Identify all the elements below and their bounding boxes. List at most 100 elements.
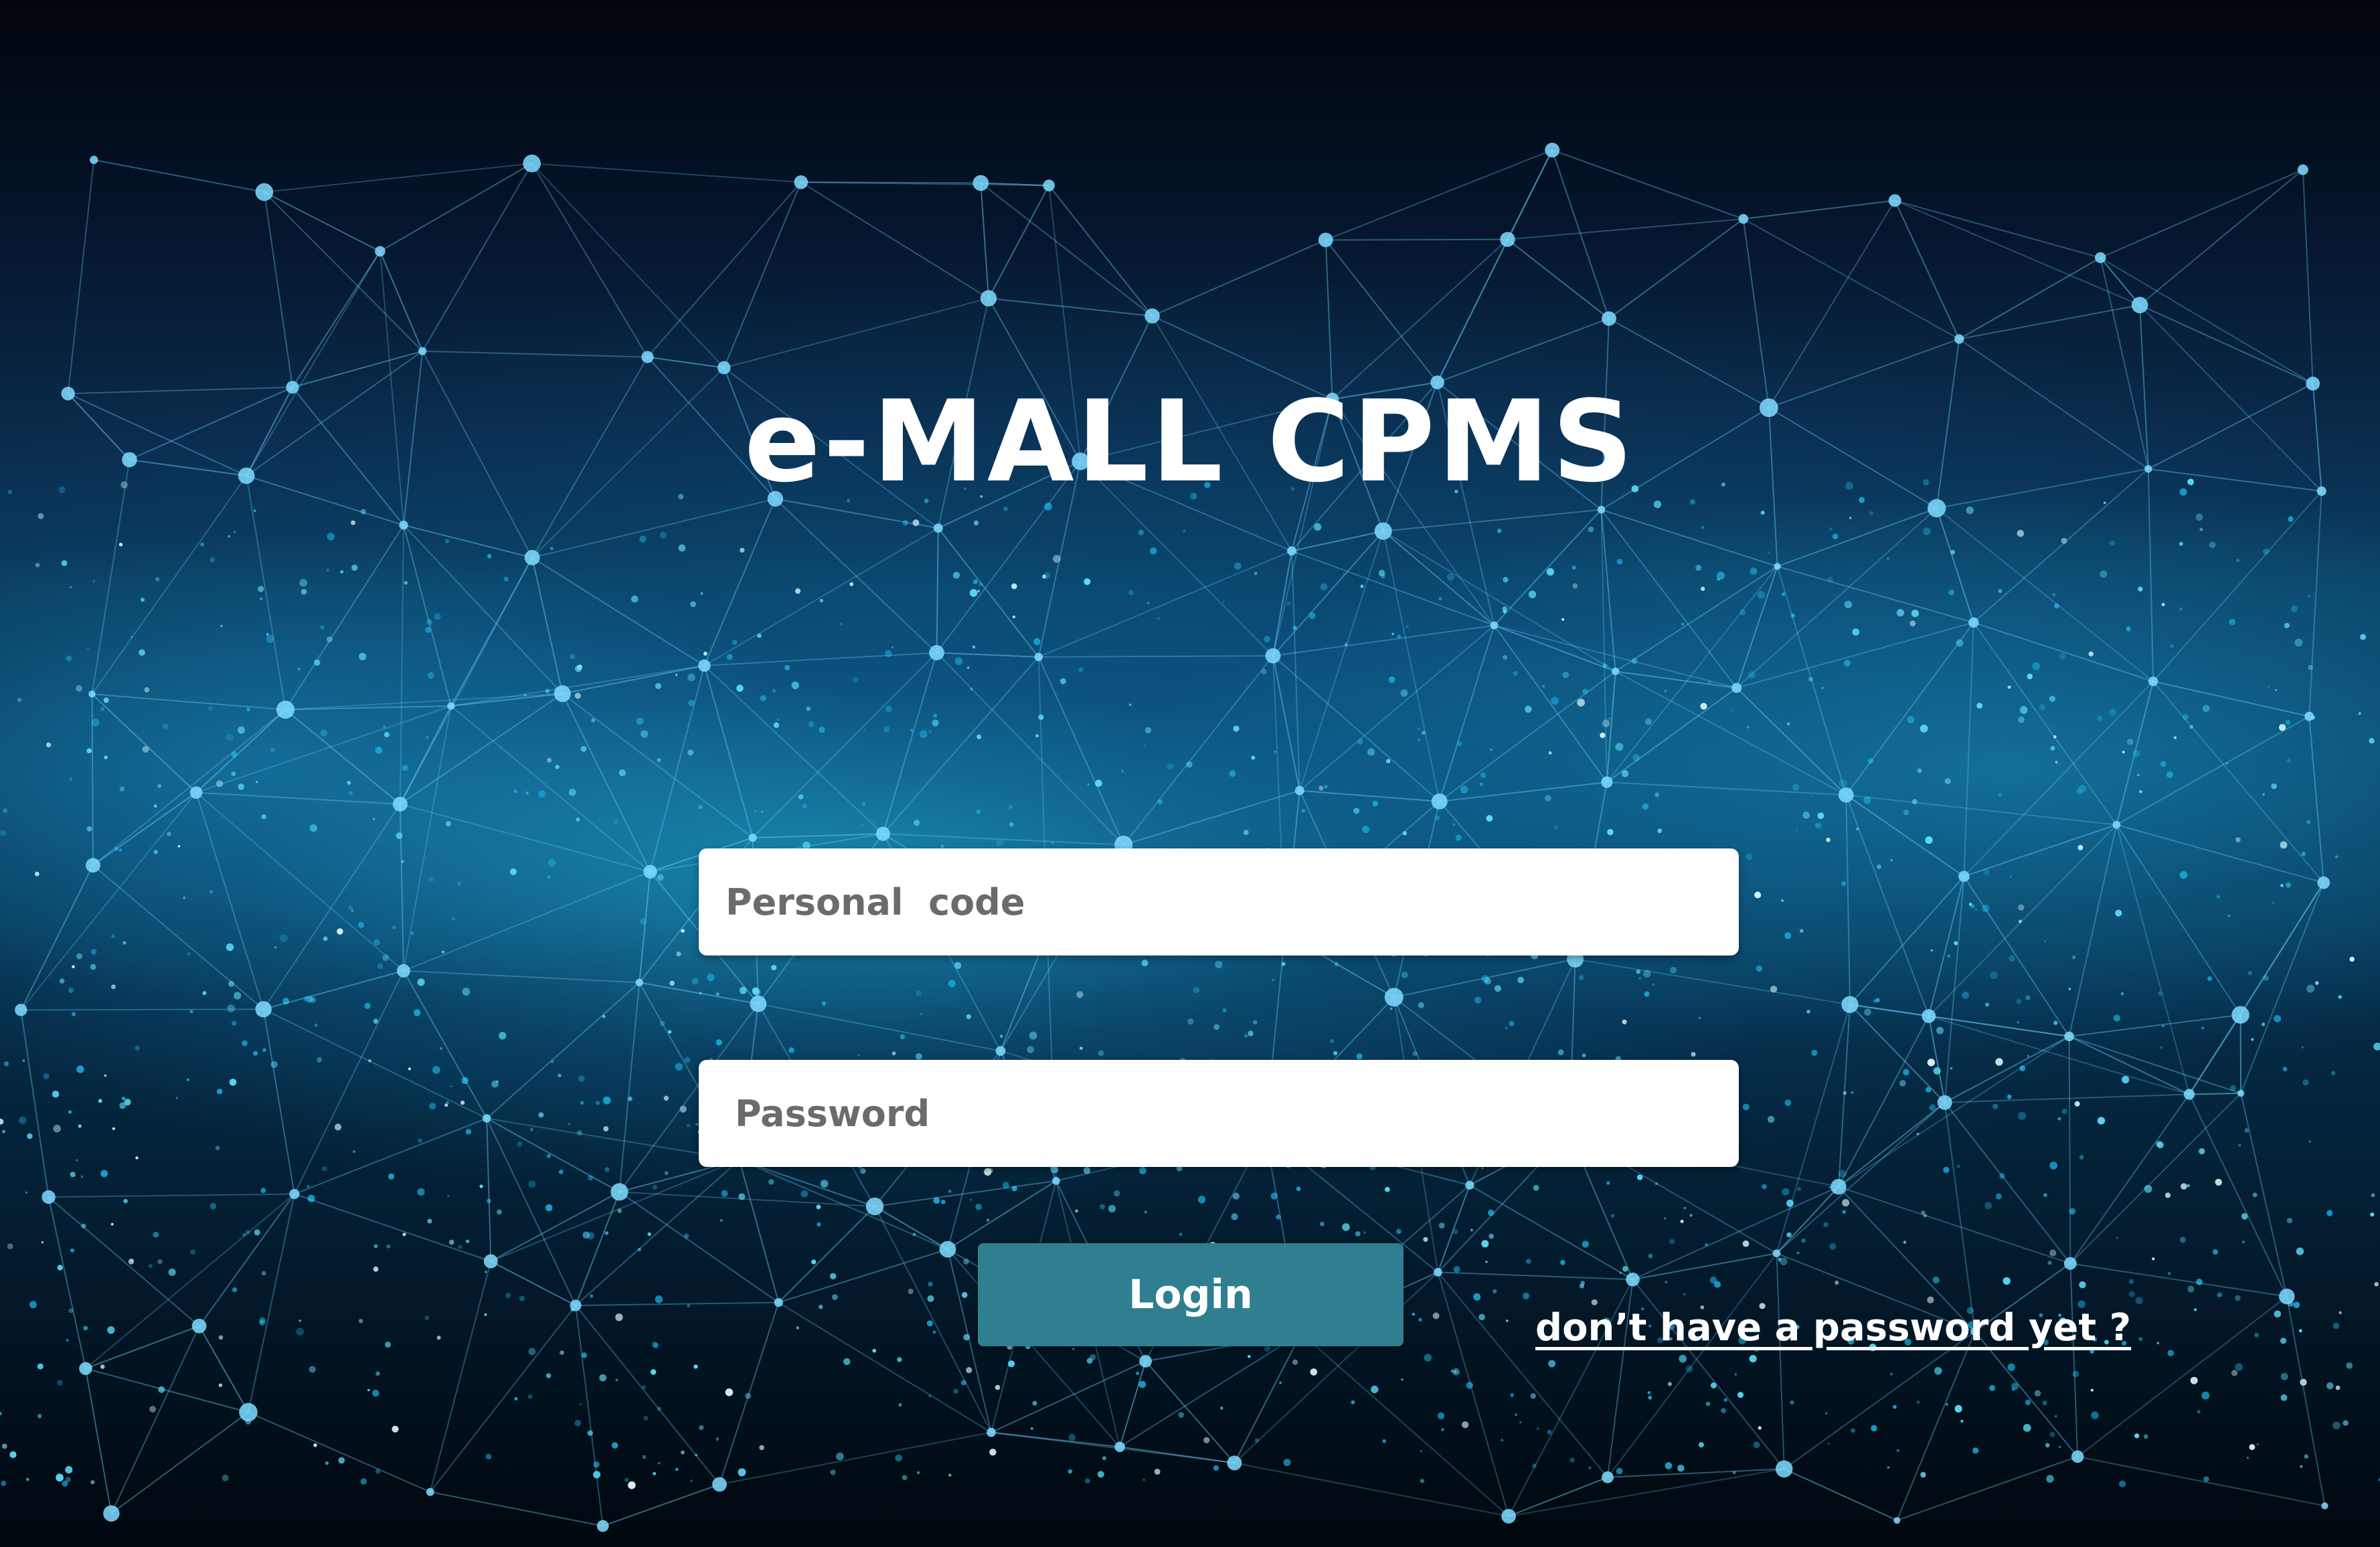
city-light xyxy=(2003,1277,2011,1285)
city-light xyxy=(1490,748,1493,751)
city-light xyxy=(1664,689,1667,693)
city-light xyxy=(2326,1210,2333,1216)
network-line xyxy=(1393,958,1576,998)
city-light xyxy=(25,1477,29,1481)
city-light xyxy=(1664,1217,1667,1220)
city-light xyxy=(2294,638,2303,647)
network-node xyxy=(875,826,890,841)
city-light xyxy=(1128,703,1132,706)
personal-code-input[interactable] xyxy=(699,848,1739,955)
city-light xyxy=(119,786,125,792)
city-light xyxy=(428,672,434,679)
city-light xyxy=(1916,1400,1920,1404)
network-node xyxy=(86,858,100,873)
no-password-link[interactable]: don’t have a password yet ? xyxy=(1535,1306,2131,1350)
city-light xyxy=(721,1190,728,1197)
city-light xyxy=(487,553,492,559)
city-light xyxy=(1786,1232,1792,1238)
city-light xyxy=(1390,1007,1393,1010)
network-line xyxy=(562,693,754,838)
city-light xyxy=(1680,1219,1684,1223)
city-light xyxy=(1146,602,1150,605)
city-light xyxy=(65,1477,72,1483)
city-light xyxy=(1000,1034,1003,1038)
city-light xyxy=(139,649,145,656)
city-light xyxy=(995,1384,1001,1390)
city-light xyxy=(2338,995,2342,999)
city-light xyxy=(168,1268,176,1276)
network-line xyxy=(1894,200,1960,340)
city-light xyxy=(2267,686,2270,689)
city-light xyxy=(538,1112,544,1118)
network-node xyxy=(2071,1450,2084,1463)
city-light xyxy=(1645,718,1652,725)
network-line xyxy=(263,1008,487,1119)
city-light xyxy=(1157,617,1161,620)
network-node xyxy=(2183,1089,2195,1100)
city-light xyxy=(37,1414,42,1419)
network-line xyxy=(294,1117,487,1195)
network-line xyxy=(1119,1361,1146,1447)
city-light xyxy=(1138,529,1144,535)
city-light xyxy=(806,706,811,711)
network-node xyxy=(239,1402,258,1422)
city-light xyxy=(1554,825,1559,830)
city-light xyxy=(310,997,317,1003)
password-input[interactable] xyxy=(699,1060,1739,1167)
network-node xyxy=(1831,1178,1847,1195)
city-light xyxy=(2034,1390,2041,1397)
city-light xyxy=(189,1010,193,1014)
network-line xyxy=(575,1191,620,1306)
city-light xyxy=(1546,567,1555,576)
city-light xyxy=(1600,732,1606,739)
network-line xyxy=(20,1010,50,1198)
city-light xyxy=(1800,929,1804,933)
city-light xyxy=(953,1388,958,1394)
city-light xyxy=(314,1023,318,1027)
city-light xyxy=(976,589,981,593)
login-button[interactable]: Login xyxy=(978,1243,1404,1346)
city-light xyxy=(1756,965,1763,972)
city-light xyxy=(491,1080,499,1088)
network-line xyxy=(2308,716,2324,883)
city-light xyxy=(222,1474,229,1481)
network-line xyxy=(703,527,939,666)
city-light xyxy=(1462,1421,1469,1429)
city-light xyxy=(590,1294,594,1298)
city-light xyxy=(2059,653,2066,660)
network-node xyxy=(554,685,571,703)
city-light xyxy=(323,936,328,941)
city-light xyxy=(1802,811,1810,819)
city-light xyxy=(2043,1193,2047,1197)
city-light xyxy=(1143,744,1146,747)
network-line xyxy=(703,665,884,834)
city-light xyxy=(1432,1312,1440,1320)
city-light xyxy=(121,1097,126,1101)
city-light xyxy=(1087,783,1090,786)
personal-code-field[interactable] xyxy=(699,848,1739,955)
city-light xyxy=(2012,1388,2015,1391)
password-field[interactable] xyxy=(699,1060,1739,1167)
city-light xyxy=(1460,786,1468,794)
city-light xyxy=(972,645,976,649)
city-light xyxy=(732,640,738,645)
city-light xyxy=(707,974,715,982)
network-line xyxy=(800,181,989,299)
city-light xyxy=(1011,583,1017,589)
city-light xyxy=(1363,1231,1367,1235)
city-light xyxy=(917,1471,920,1474)
city-light xyxy=(1909,620,1916,627)
city-light xyxy=(123,1198,128,1204)
city-light xyxy=(2055,761,2058,764)
city-light xyxy=(652,1184,658,1190)
city-light xyxy=(2358,712,2361,715)
city-light xyxy=(920,1012,922,1016)
network-line xyxy=(1849,876,1965,1005)
network-node xyxy=(1431,793,1448,810)
city-light xyxy=(1059,678,1066,685)
city-light xyxy=(604,1167,610,1172)
city-light xyxy=(2280,1394,2288,1401)
city-light xyxy=(1796,1251,1800,1255)
network-line xyxy=(1608,218,1744,319)
city-light xyxy=(1502,606,1507,612)
